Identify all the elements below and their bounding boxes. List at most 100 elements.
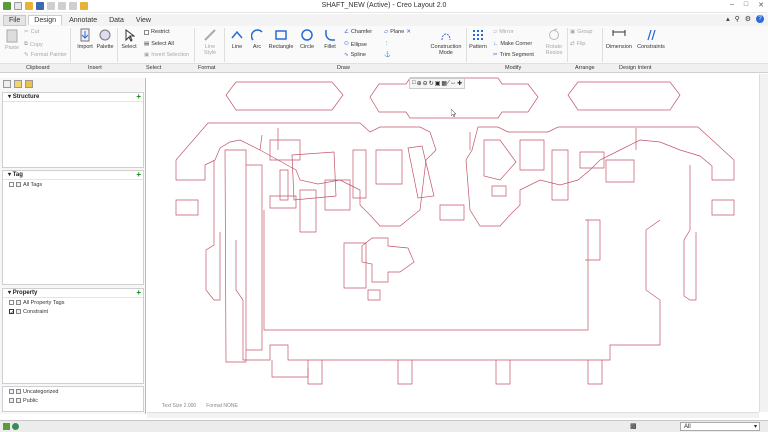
add-structure-icon[interactable]: + bbox=[136, 92, 141, 101]
palette-button[interactable]: Palette bbox=[95, 28, 115, 50]
select-button[interactable]: Select bbox=[119, 28, 139, 50]
fillet-button[interactable]: Fillet bbox=[320, 28, 340, 50]
window-title: SHAFT_NEW (Active) - Creo Layout 2.0 bbox=[321, 2, 447, 9]
help-icon[interactable]: ? bbox=[756, 15, 764, 23]
chamfer-button[interactable]: ∠ Chamfer bbox=[344, 29, 372, 35]
property-label: All Property Tags bbox=[23, 299, 65, 306]
selection-filter-dropdown[interactable]: All ▾ bbox=[680, 422, 760, 431]
circle-button[interactable]: Circle bbox=[297, 28, 317, 50]
constraints-display-icon[interactable]: ∕ bbox=[448, 80, 449, 87]
list-item[interactable]: All Tags bbox=[3, 180, 143, 189]
zoom-out-icon[interactable]: ⊖ bbox=[423, 80, 428, 87]
grid-icon[interactable]: ▦ bbox=[441, 80, 447, 87]
group-separator bbox=[194, 28, 195, 62]
settings-gear-icon[interactable]: ⚙ bbox=[745, 15, 751, 23]
tab-design[interactable]: Design bbox=[28, 15, 63, 25]
design-intent-group-label: Design Intent bbox=[619, 65, 652, 71]
display-style-icon[interactable]: ▣ bbox=[435, 80, 441, 87]
paste-button[interactable]: Paste bbox=[3, 29, 21, 51]
construction-mode-button[interactable]: Construction Mode bbox=[429, 28, 463, 56]
restrict-checkbox[interactable]: Restrict bbox=[144, 29, 170, 35]
plane-button[interactable]: ▱ Plane ✕ bbox=[384, 29, 411, 35]
spin-center-icon[interactable]: ✚ bbox=[457, 80, 462, 87]
invert-selection-button[interactable]: ▣ Invert Selection bbox=[144, 52, 189, 58]
select-label: Select bbox=[121, 44, 137, 50]
mirror-button[interactable]: ▱ Mirror bbox=[493, 29, 514, 35]
minimize-icon[interactable]: – bbox=[730, 1, 734, 9]
line-style-label: Line Style bbox=[203, 44, 217, 56]
draw-group-label[interactable]: Draw bbox=[337, 65, 350, 71]
import-button[interactable]: Import bbox=[76, 28, 94, 50]
constraint-folder-icon bbox=[16, 309, 21, 314]
dimension-display-icon[interactable]: ↔ bbox=[450, 80, 456, 87]
group-separator bbox=[224, 28, 225, 62]
make-corner-button[interactable]: ∟ Make Corner bbox=[493, 41, 532, 47]
creo-window: SHAFT_NEW (Active) - Creo Layout 2.0 – □… bbox=[0, 0, 768, 432]
collapse-ribbon-icon[interactable]: ▴ bbox=[726, 15, 730, 23]
group-button[interactable]: ▣ Group bbox=[570, 29, 593, 35]
graphics-area[interactable]: □ ⊕ ⊖ ↻ ▣ ▦ ∕ ↔ ✚ bbox=[147, 74, 759, 412]
vertical-scrollbar[interactable] bbox=[759, 74, 768, 412]
construction-mode-icon bbox=[441, 33, 451, 41]
rotate-resize-button[interactable]: Rotate Resize bbox=[543, 28, 565, 56]
plane-label: Plane bbox=[390, 29, 405, 35]
property-checkbox[interactable] bbox=[9, 300, 14, 305]
constraints-button[interactable]: Constraints bbox=[636, 28, 666, 50]
selection-filter-icon[interactable]: ▩ bbox=[630, 422, 637, 430]
plane-close-icon[interactable]: ✕ bbox=[406, 29, 411, 35]
select-all-button[interactable]: ▤ Select All bbox=[144, 41, 174, 47]
cut-button[interactable]: ✂ Cut bbox=[24, 29, 39, 35]
spline-button[interactable]: ∿ Spline bbox=[344, 52, 366, 58]
tab-file[interactable]: File bbox=[3, 14, 27, 26]
horizontal-scrollbar[interactable] bbox=[147, 412, 759, 418]
list-item[interactable]: Uncategorized bbox=[3, 387, 143, 396]
constraint-checkbox[interactable]: ✓ bbox=[9, 309, 15, 316]
axis-icon: ⚓ bbox=[384, 52, 391, 58]
copy-button[interactable]: ⧉ Copy bbox=[24, 41, 43, 48]
tab-data[interactable]: Data bbox=[104, 16, 129, 25]
pattern-button[interactable]: Pattern bbox=[467, 28, 489, 50]
title-bar: SHAFT_NEW (Active) - Creo Layout 2.0 – □… bbox=[0, 0, 768, 13]
browser-toggle-icon[interactable] bbox=[12, 423, 19, 430]
select-group-label[interactable]: Select bbox=[146, 65, 161, 71]
ellipse-button[interactable]: ⬭ Ellipse bbox=[344, 41, 367, 48]
flip-icon: ⇄ bbox=[570, 41, 575, 47]
close-icon[interactable]: ✕ bbox=[758, 1, 764, 9]
add-property-icon[interactable]: + bbox=[136, 288, 141, 297]
sketch-canvas[interactable] bbox=[147, 74, 759, 412]
dimension-button[interactable]: Dimension bbox=[605, 28, 633, 50]
modify-group-label[interactable]: Modify bbox=[505, 65, 521, 71]
tag-checkbox[interactable] bbox=[9, 182, 14, 187]
tag-header[interactable]: ▾ Tag + bbox=[3, 170, 143, 180]
trim-segment-button[interactable]: ✂ Trim Segment bbox=[493, 52, 534, 58]
zoom-in-icon[interactable]: ⊕ bbox=[417, 80, 422, 87]
list-item[interactable]: Public bbox=[3, 396, 143, 405]
property-header[interactable]: ▾ Property + bbox=[3, 288, 143, 298]
point-button[interactable]: ⋮ bbox=[384, 41, 390, 47]
line-button[interactable]: Line bbox=[228, 28, 246, 50]
structure-header[interactable]: ▾ Structure + bbox=[3, 92, 143, 102]
list-item[interactable]: ✓ Constraint bbox=[3, 307, 143, 316]
uncategorized-checkbox[interactable] bbox=[9, 389, 14, 394]
property-title: Property bbox=[12, 290, 38, 296]
tab-annotate[interactable]: Annotate bbox=[64, 16, 102, 25]
list-item[interactable]: All Property Tags bbox=[3, 298, 143, 307]
tree-view-icon[interactable] bbox=[3, 80, 11, 88]
rectangle-button[interactable]: Rectangle bbox=[268, 28, 294, 50]
line-style-button[interactable]: Line Style bbox=[199, 28, 221, 56]
favorites-icon[interactable] bbox=[25, 80, 33, 88]
arc-button[interactable]: Arc bbox=[248, 28, 266, 50]
format-group-label[interactable]: Format bbox=[198, 65, 215, 71]
search-icon[interactable]: ⚲ bbox=[735, 15, 740, 23]
refit-icon[interactable]: □ bbox=[412, 80, 416, 87]
public-checkbox[interactable] bbox=[9, 398, 14, 403]
maximize-icon[interactable]: □ bbox=[744, 1, 748, 9]
format-painter-button[interactable]: ✎ Format Painter bbox=[24, 52, 67, 58]
repaint-icon[interactable]: ↻ bbox=[429, 80, 434, 87]
navigator-toggle-icon[interactable] bbox=[3, 423, 10, 430]
tab-view[interactable]: View bbox=[131, 16, 156, 25]
add-tag-icon[interactable]: + bbox=[136, 170, 141, 179]
folder-browser-icon[interactable] bbox=[14, 80, 22, 88]
axis-button[interactable]: ⚓ bbox=[384, 52, 391, 58]
flip-button[interactable]: ⇄ Flip bbox=[570, 41, 585, 47]
